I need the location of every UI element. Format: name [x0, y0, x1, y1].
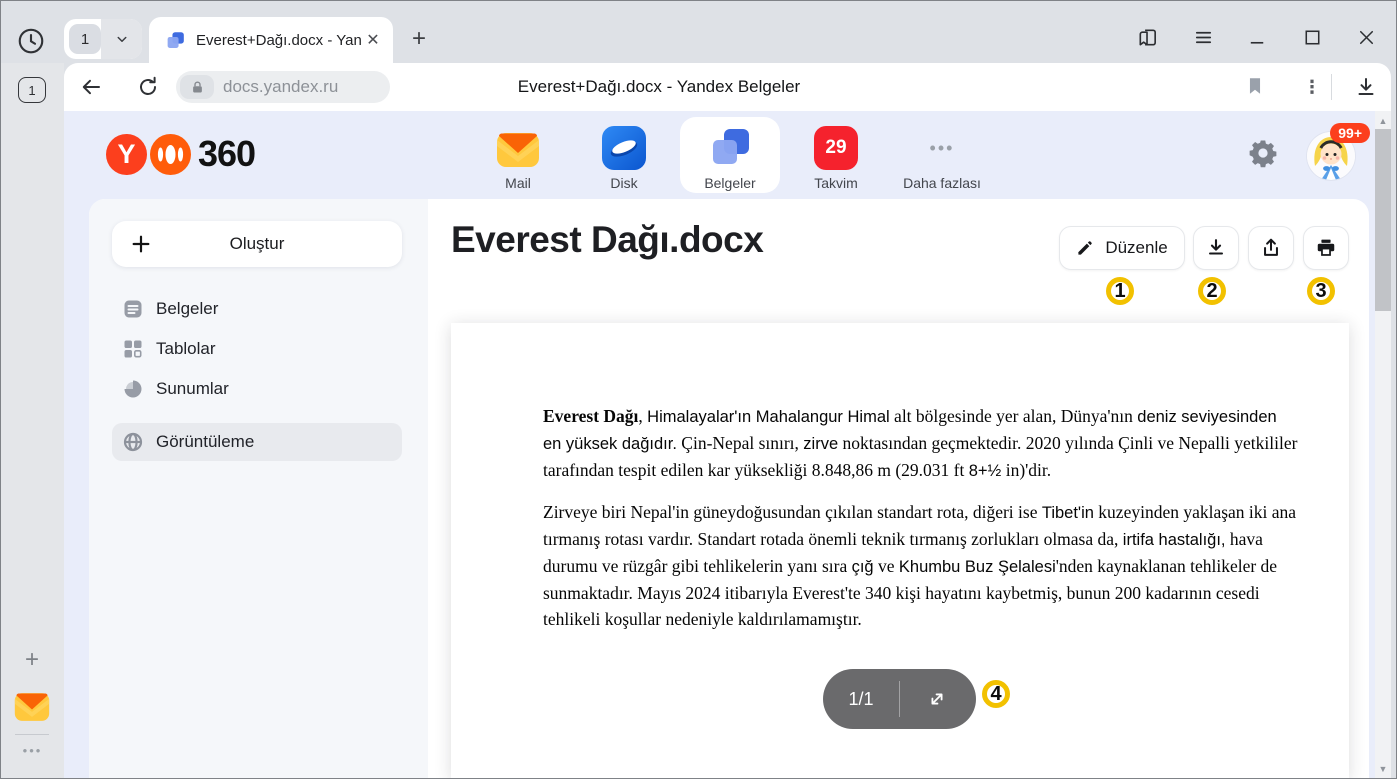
tab-group[interactable]: 1 [64, 19, 142, 59]
annotation-circle-3: 3 [1307, 277, 1335, 305]
plus-icon [130, 233, 152, 255]
expand-icon [926, 688, 948, 710]
nav-label: Mail [505, 175, 531, 191]
maximize-button[interactable] [1299, 24, 1325, 50]
browser-side-rail: 1 + ••• [1, 63, 64, 779]
docs-content-card: Oluştur Belgeler Tablolar Sunumlar Görün… [89, 199, 1369, 779]
nav-item-more[interactable]: ••• Daha fazlası [892, 117, 992, 193]
sidebar-item-label: Tablolar [156, 339, 216, 359]
docs-sidebar: Oluştur Belgeler Tablolar Sunumlar Görün… [89, 199, 428, 779]
pie-icon [123, 379, 143, 399]
yandex-360-logo[interactable]: Y 360 [106, 133, 255, 175]
share-button[interactable] [1248, 226, 1294, 270]
rail-more-icon[interactable]: ••• [1, 743, 64, 758]
logo-360-text: 360 [198, 133, 255, 175]
tab-counter-button[interactable]: 1 [18, 77, 46, 103]
nav-label: Disk [610, 175, 637, 191]
mail-icon [496, 126, 540, 170]
extensions-menu-icon[interactable]: ⋮ [1300, 75, 1324, 99]
nav-label: Takvim [814, 175, 858, 191]
annotation-circle-1: 1 [1106, 277, 1134, 305]
user-avatar[interactable]: 99+ [1307, 132, 1355, 180]
document-text: Everest Dağı, Himalayalar'ın Mahalangur … [451, 323, 1349, 632]
browser-window: 1 Everest+Dağı.docx - Yan ✕ + [0, 0, 1397, 779]
annotation-circle-2: 2 [1198, 277, 1226, 305]
rail-mail-icon[interactable] [14, 692, 50, 728]
page-indicator: 1/1 [823, 689, 899, 710]
create-label: Oluştur [152, 234, 362, 254]
web-content: Y 360 Mail Disk [64, 111, 1391, 779]
page-indicator-pill: 1/1 [823, 669, 976, 729]
yandex-y-icon: Y [106, 134, 147, 175]
sidebar-item-goruntuleme[interactable]: Görüntüleme [112, 423, 402, 461]
nav-item-mail[interactable]: Mail [468, 117, 568, 193]
downloads-icon[interactable] [1354, 75, 1378, 99]
bookmarks-panel-icon[interactable] [1134, 24, 1160, 50]
sidebar-item-belgeler[interactable]: Belgeler [112, 289, 402, 329]
more-dots-icon: ••• [920, 126, 964, 170]
settings-gear-icon[interactable] [1248, 138, 1278, 168]
toolbar-divider [1331, 74, 1332, 100]
docs-icon [708, 126, 752, 170]
scrollbar-thumb[interactable] [1375, 129, 1391, 311]
url-bar[interactable]: docs.yandex.ru [176, 71, 390, 103]
nav-item-belgeler[interactable]: Belgeler [680, 117, 780, 193]
fullscreen-button[interactable] [900, 688, 974, 710]
minimize-button[interactable] [1244, 24, 1270, 50]
browser-menu-icon[interactable] [1190, 24, 1216, 50]
table-icon [123, 339, 143, 359]
rail-add-icon[interactable]: + [20, 648, 44, 672]
paragraph: Everest Dağı, Himalayalar'ın Mahalangur … [543, 403, 1299, 484]
download-button[interactable] [1193, 226, 1239, 270]
rail-divider [15, 734, 49, 735]
tab-close-icon[interactable]: ✕ [363, 30, 383, 50]
url-text: docs.yandex.ru [223, 77, 338, 97]
nav-label: Belgeler [704, 175, 755, 191]
sidebar-item-label: Belgeler [156, 299, 218, 319]
active-tab[interactable]: Everest+Dağı.docx - Yan ✕ [149, 17, 393, 63]
sidebar-item-tablolar[interactable]: Tablolar [112, 329, 402, 369]
sidebar-item-label: Sunumlar [156, 379, 229, 399]
nav-item-takvim[interactable]: 29 Takvim [786, 117, 886, 193]
address-bar-row: docs.yandex.ru Everest+Dağı.docx - Yande… [64, 63, 1391, 111]
download-icon [1205, 237, 1227, 259]
scroll-down-icon[interactable]: ▼ [1375, 761, 1391, 777]
tab-group-expand[interactable] [101, 19, 142, 59]
pencil-icon [1076, 239, 1094, 257]
ssl-lock-icon[interactable] [180, 75, 214, 99]
edit-button[interactable]: Düzenle [1059, 226, 1185, 270]
reload-icon[interactable] [136, 75, 160, 99]
page-title: Everest+Dağı.docx - Yandex Belgeler [439, 63, 879, 111]
globe-icon [123, 432, 143, 452]
document-title: Everest Dağı.docx [451, 219, 763, 261]
bookmark-icon[interactable] [1244, 75, 1268, 99]
print-button[interactable] [1303, 226, 1349, 270]
annotation-circle-4: 4 [982, 680, 1010, 708]
share-icon [1260, 237, 1282, 259]
y360-orb-icon [150, 134, 191, 175]
create-button[interactable]: Oluştur [112, 221, 402, 267]
calendar-icon: 29 [814, 126, 858, 170]
nav-item-disk[interactable]: Disk [574, 117, 674, 193]
chevron-down-icon [113, 30, 131, 48]
services-nav: Mail Disk Belgeler 29 Takvim ••• Daha [468, 117, 992, 193]
sidebar-item-sunumlar[interactable]: Sunumlar [112, 369, 402, 409]
page-scrollbar[interactable]: ▲ ▼ [1375, 111, 1391, 779]
sidebar-item-label: Görüntüleme [156, 432, 254, 452]
history-clock-icon[interactable] [16, 26, 46, 56]
edit-label: Düzenle [1105, 238, 1167, 258]
tab-title: Everest+Dağı.docx - Yan [196, 32, 363, 49]
scroll-up-icon[interactable]: ▲ [1375, 113, 1391, 129]
yandex-docs-favicon [165, 30, 186, 51]
new-tab-button[interactable]: + [403, 23, 435, 55]
notification-badge: 99+ [1330, 123, 1370, 143]
printer-icon [1315, 237, 1337, 259]
close-window-button[interactable] [1353, 24, 1379, 50]
document-icon [123, 299, 143, 319]
back-icon[interactable] [79, 75, 103, 99]
nav-label: Daha fazlası [903, 175, 981, 191]
paragraph: Zirveye biri Nepal'in güneydoğusundan çı… [543, 499, 1299, 632]
disk-icon [602, 126, 646, 170]
tab-group-count[interactable]: 1 [69, 24, 101, 54]
